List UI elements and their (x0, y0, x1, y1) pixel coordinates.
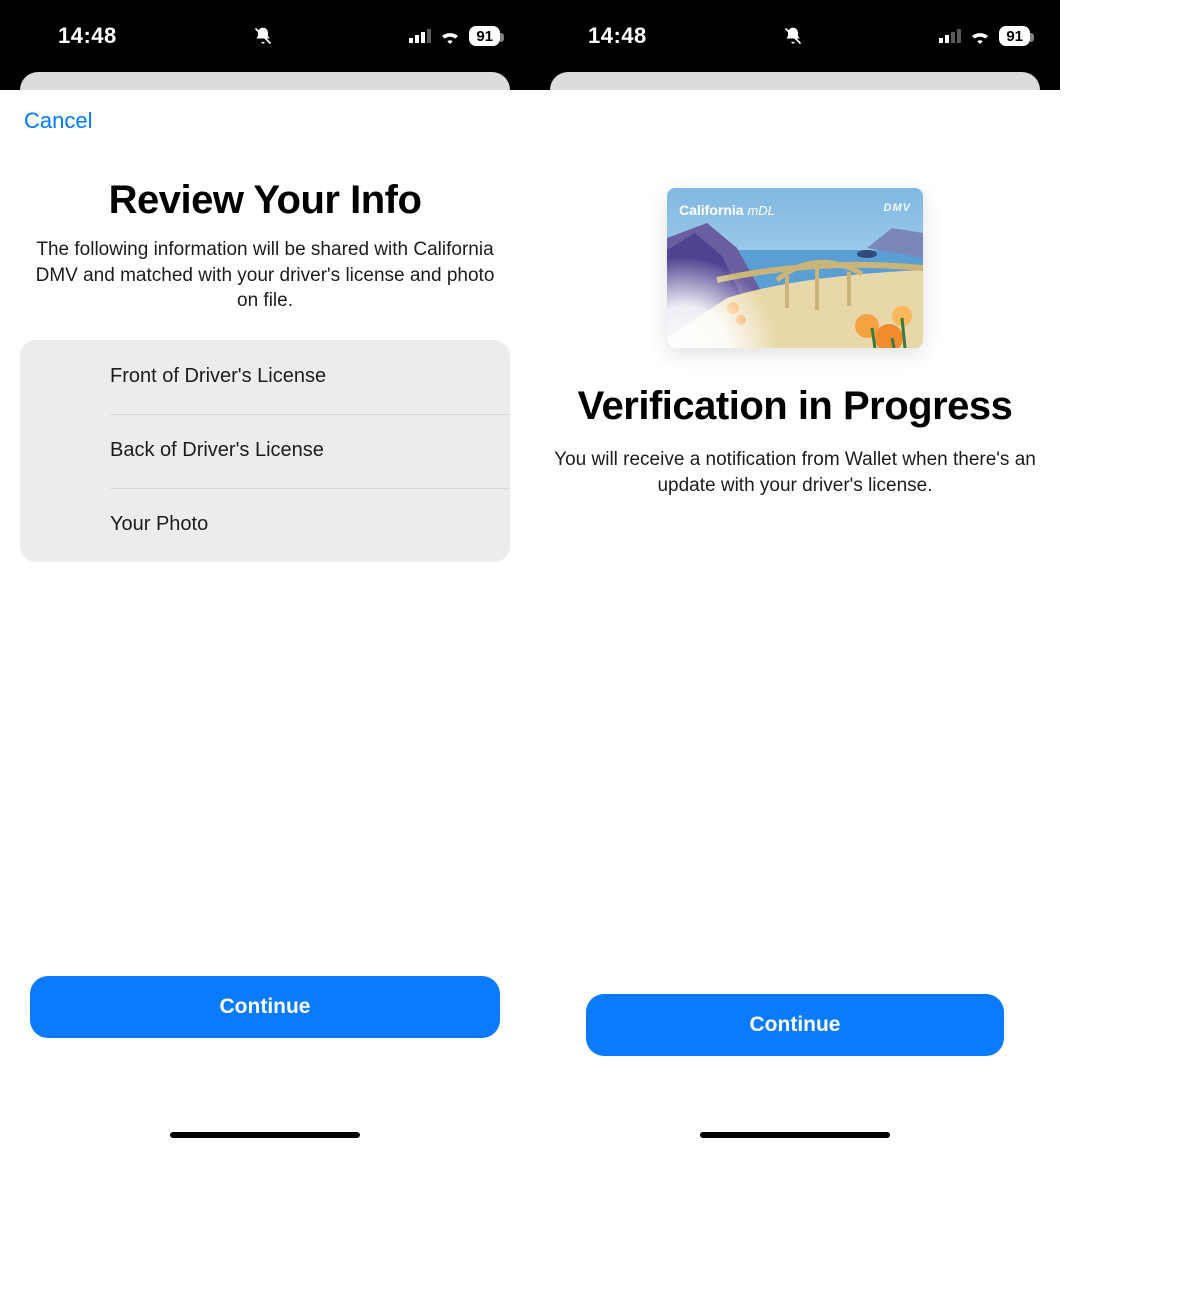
page-subtitle: The following information will be shared… (24, 237, 506, 314)
battery-pct: 91 (476, 28, 493, 45)
cellular-icon (939, 29, 961, 43)
mdl-card-illustration: California mDL DMV (667, 188, 923, 348)
wifi-icon (969, 28, 991, 44)
battery-pct: 91 (1006, 28, 1023, 45)
status-bar: 14:48 91 (0, 0, 530, 72)
background-card-peek (20, 72, 510, 90)
status-indicators: 91 (253, 26, 500, 46)
modal-sheet: California mDL DMV Verification in Progr… (530, 90, 1060, 1150)
status-bar: 14:48 91 (530, 0, 1060, 72)
background-card-peek (550, 72, 1040, 90)
bell-slash-icon (253, 26, 273, 46)
cellular-icon (409, 29, 431, 43)
status-time: 14:48 (588, 23, 647, 49)
bell-slash-icon (783, 26, 803, 46)
list-item-label: Back of Driver's License (110, 439, 324, 462)
list-item-label: Front of Driver's License (110, 365, 326, 388)
card-title-text: California mDL (679, 202, 775, 218)
card-issuer-text: DMV (884, 202, 911, 214)
info-list: Front of Driver's License Back of Driver… (20, 340, 510, 562)
wifi-icon (439, 28, 461, 44)
modal-sheet: Cancel Review Your Info The following in… (0, 90, 530, 1150)
list-item-label: Your Photo (110, 513, 208, 536)
nav-bar: Cancel (0, 100, 530, 142)
list-item-back[interactable]: Back of Driver's License (20, 414, 510, 488)
phone-right: 14:48 91 (530, 0, 1060, 1150)
page-title: Review Your Info (0, 178, 530, 223)
phone-left: 14:48 91 (0, 0, 530, 1150)
page-title: Verification in Progress (530, 384, 1060, 429)
battery-indicator: 91 (999, 26, 1030, 46)
home-indicator[interactable] (700, 1132, 890, 1138)
battery-indicator: 91 (469, 26, 500, 46)
list-item-photo[interactable]: Your Photo (20, 488, 510, 562)
continue-button[interactable]: Continue (586, 994, 1004, 1056)
cancel-button[interactable]: Cancel (24, 108, 92, 134)
list-item-front[interactable]: Front of Driver's License (20, 340, 510, 414)
home-indicator[interactable] (170, 1132, 360, 1138)
status-time: 14:48 (58, 23, 117, 49)
status-indicators: 91 (783, 26, 1030, 46)
page-subtitle: You will receive a notification from Wal… (554, 447, 1036, 498)
continue-button[interactable]: Continue (30, 976, 500, 1038)
